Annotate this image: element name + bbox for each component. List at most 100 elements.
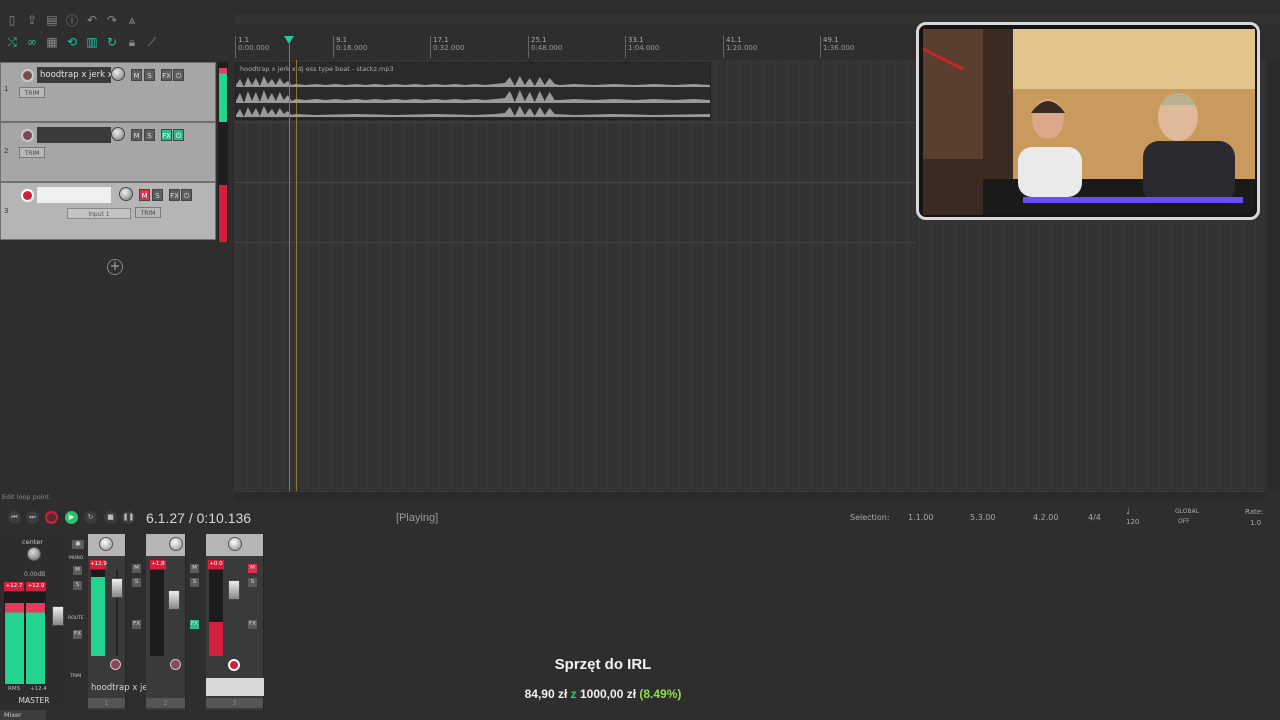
lock-icon[interactable]: 🔒︎ (124, 34, 140, 50)
track-2[interactable]: 2 M S FX ⏻ TRIM (0, 122, 216, 182)
rate-value[interactable]: 1.0 (1250, 519, 1261, 527)
mute-button[interactable]: M (248, 564, 257, 573)
fx-button[interactable]: FX (190, 620, 199, 629)
global-label[interactable]: GLOBAL (1175, 508, 1199, 515)
loop-link-icon[interactable]: ↻ (104, 34, 120, 50)
grid-icon[interactable]: ▦ (44, 34, 60, 50)
selection-end[interactable]: 5.3.00 (970, 513, 995, 522)
mixer-strip-2[interactable]: +1.8 M S FX 2 (146, 534, 199, 710)
record-button[interactable] (45, 511, 58, 524)
save-project-icon[interactable]: ▤ (44, 12, 60, 28)
solo-button[interactable]: S (144, 69, 155, 81)
fx-bypass-button[interactable]: ⏻ (181, 189, 192, 201)
item-grouping-icon[interactable]: ∞ (24, 34, 40, 50)
master-fx-button[interactable]: FX (73, 630, 82, 639)
track-number: 1 (4, 85, 9, 93)
record-arm-button[interactable] (21, 69, 34, 82)
record-arm-button[interactable] (21, 189, 34, 202)
snap-icon[interactable]: ⟲ (64, 34, 80, 50)
play-button[interactable]: ▶ (65, 511, 78, 524)
ruler-mark: 1.1 0:00.000 (235, 36, 269, 58)
mute-button[interactable]: M (131, 69, 142, 81)
mute-button[interactable]: M (131, 129, 142, 141)
envelope-icon[interactable]: ⟋ (144, 34, 160, 50)
vertical-scrollbar[interactable] (1266, 60, 1280, 490)
mute-button[interactable]: M (139, 189, 150, 201)
pan-knob[interactable] (228, 537, 242, 551)
solo-button[interactable]: S (144, 129, 155, 141)
master-pan-knob[interactable] (27, 547, 41, 561)
volume-knob[interactable] (111, 67, 125, 81)
fx-bypass-button[interactable]: ⏻ (173, 69, 184, 81)
master-mono-button[interactable]: ▣ (72, 540, 84, 549)
solo-button[interactable]: S (190, 578, 199, 587)
ruler-mark: 17.1 0:32.000 (430, 36, 464, 58)
track-name[interactable] (37, 127, 111, 143)
mute-button[interactable]: M (132, 564, 141, 573)
master-route-label[interactable]: ROUTE (68, 616, 84, 621)
playhead-marker[interactable] (284, 36, 294, 44)
go-to-end-icon[interactable]: ⏭ (26, 511, 39, 524)
solo-button[interactable]: S (248, 578, 257, 587)
mixer-strip-3[interactable]: +0.0 M S FX 3 (206, 534, 264, 710)
trim-button[interactable]: TRIM (135, 207, 161, 218)
track-name[interactable] (37, 187, 111, 203)
ruler-mark: 49.1 1:36.000 (820, 36, 854, 58)
grid-lines-icon[interactable]: ▥ (84, 34, 100, 50)
record-arm-button[interactable] (21, 129, 34, 142)
selection-start[interactable]: 1.1.00 (908, 513, 933, 522)
track-name[interactable]: hoodtrap x jerk x (37, 67, 111, 83)
timeline-ruler[interactable]: 1.1 0:00.000 9.1 0:16.000 17.1 0:32.000 25.… (235, 36, 915, 60)
horizontal-scrollbar[interactable] (235, 491, 1265, 501)
undo-icon[interactable]: ↶ (84, 12, 100, 28)
volume-knob[interactable] (111, 127, 125, 141)
volume-fader[interactable] (228, 580, 240, 600)
selection-label: Selection: (850, 513, 890, 522)
mixer-strip-1[interactable]: +12.9 M S FX hoodtrap x je 1 (88, 534, 148, 710)
stop-button[interactable]: ■ (104, 511, 117, 524)
media-item[interactable]: hoodtrap x jerk x dj ess type beat - sta… (235, 62, 711, 120)
track-2-meter (218, 122, 228, 182)
fx-bypass-button[interactable]: ⏻ (173, 129, 184, 141)
mixer-tab[interactable]: Mixer (0, 710, 46, 720)
master-mute-button[interactable]: M (73, 566, 82, 575)
volume-fader[interactable] (111, 578, 123, 598)
input-select[interactable]: Input 1 (67, 208, 131, 219)
trim-button[interactable]: TRIM (19, 87, 45, 98)
master-trim-label[interactable]: TRIM (70, 674, 81, 679)
fx-button[interactable]: FX (161, 129, 172, 141)
volume-fader[interactable] (168, 590, 180, 610)
fx-button[interactable]: FX (169, 189, 180, 201)
volume-knob[interactable] (119, 187, 133, 201)
time-signature[interactable]: 4/4 (1088, 513, 1101, 522)
trim-button[interactable]: TRIM (19, 147, 45, 158)
track-1[interactable]: 1 hoodtrap x jerk x M S FX ⏻ TRIM (0, 62, 216, 122)
strip-meter (209, 570, 223, 656)
selection-length[interactable]: 4.2.00 (1033, 513, 1058, 522)
master-fader[interactable] (52, 606, 64, 626)
position-display[interactable]: 6.1.27 / 0:10.136 (146, 510, 251, 526)
project-settings-icon[interactable]: ⓘ (64, 12, 80, 28)
open-project-icon[interactable]: ⇪ (24, 12, 40, 28)
pause-button[interactable]: ❚❚ (122, 511, 135, 524)
mute-button[interactable]: M (190, 564, 199, 573)
bpm[interactable]: 120 (1126, 518, 1139, 526)
fx-button[interactable]: FX (132, 620, 141, 629)
redo-icon[interactable]: ↷ (104, 12, 120, 28)
global-state[interactable]: OFF (1178, 518, 1190, 525)
solo-button[interactable]: S (152, 189, 163, 201)
track-3[interactable]: 3 M S FX ⏻ Input 1 TRIM (0, 182, 216, 240)
loop-button[interactable]: ↻ (84, 511, 97, 524)
fx-button[interactable]: FX (161, 69, 172, 81)
metronome-icon[interactable]: ⩓ (124, 12, 140, 28)
solo-button[interactable]: S (132, 578, 141, 587)
fx-button[interactable]: FX (248, 620, 257, 629)
new-project-icon[interactable]: ▯ (4, 12, 20, 28)
go-to-start-icon[interactable]: ⏮ (8, 511, 21, 524)
add-track-button[interactable]: + (107, 259, 123, 275)
master-strip[interactable]: center 0.00dB +12.7 +12.9 RMS +12.4 MAST… (0, 534, 84, 710)
pan-knob[interactable] (99, 537, 113, 551)
master-solo-button[interactable]: S (73, 581, 82, 590)
ripple-edit-icon[interactable]: ⤭ (4, 34, 20, 50)
pan-knob[interactable] (169, 537, 183, 551)
